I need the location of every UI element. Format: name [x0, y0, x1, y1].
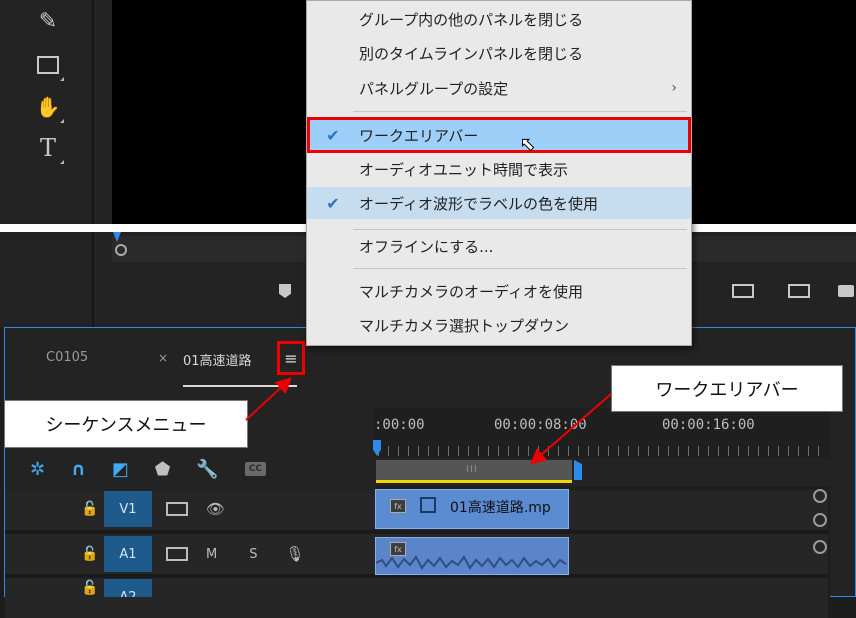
timecode-16s: 00:00:16:00 — [662, 417, 755, 433]
marker-icon — [279, 284, 291, 298]
mouse-cursor-icon: ⬉ — [519, 134, 536, 156]
menu-item-label: マルチカメラのオーディオを使用 — [359, 282, 583, 301]
sync-lock-icon[interactable] — [166, 502, 188, 516]
menu-item-label: オフラインにする... — [359, 237, 494, 256]
extract-button[interactable] — [784, 280, 814, 302]
panel-divider — [92, 232, 94, 327]
timeline-header-tools: ✲ ∩ ◩ ⬟ 🔧 CC — [30, 456, 330, 482]
scrollbar-knob[interactable] — [813, 489, 827, 503]
clip-link-icon — [420, 497, 436, 513]
pen-tool-button[interactable]: ✎ — [30, 3, 66, 39]
rectangle-icon — [37, 56, 59, 74]
menu-item-multicam-top-down[interactable]: マルチカメラ選択トップダウン — [307, 310, 691, 340]
menu-item-panel-group-settings[interactable]: パネルグループの設定 › — [307, 73, 691, 103]
menu-item-label: 別のタイムラインパネルを閉じる — [359, 44, 583, 63]
panel-divider — [92, 0, 94, 224]
nest-icon[interactable]: ✲ — [30, 459, 45, 480]
menu-item-audio-units[interactable]: オーディオユニット時間で表示 — [307, 154, 691, 184]
type-icon: T — [39, 134, 56, 162]
menu-separator — [353, 111, 687, 112]
check-icon: ✔ — [326, 125, 340, 145]
audio-waveform — [376, 555, 567, 570]
submenu-chevron-icon: › — [671, 80, 677, 96]
type-tool-button[interactable]: T — [30, 130, 66, 166]
lift-button[interactable] — [728, 280, 758, 302]
menu-separator — [353, 229, 687, 230]
clip-title: 01高速道路.mp — [450, 500, 551, 516]
menu-item-make-offline[interactable]: オフラインにする... — [307, 231, 691, 261]
solo-button[interactable]: S — [249, 547, 257, 562]
active-tab-indicator — [183, 385, 297, 387]
menu-item-close-other-panels[interactable]: グループ内の他のパネルを閉じる — [307, 4, 691, 34]
camera-icon — [838, 285, 854, 297]
lock-icon[interactable]: 🔓 — [80, 580, 100, 596]
tab-c0105[interactable]: C0105 — [46, 350, 88, 365]
track-target-a1[interactable]: A1 — [104, 536, 152, 572]
menu-item-label: オーディオ波形でラベルの色を使用 — [359, 194, 598, 213]
rectangle-tool-button[interactable] — [30, 47, 66, 83]
tab-close-button[interactable]: × — [158, 351, 168, 365]
timecode-0: :00:00 — [374, 417, 425, 433]
menu-item-label: ワークエリアバー — [359, 126, 479, 145]
menu-item-close-other-timelines[interactable]: 別のタイムラインパネルを閉じる — [307, 38, 691, 68]
hand-icon: ✋ — [35, 95, 61, 119]
ruler-ticks — [378, 446, 828, 456]
menu-separator — [353, 268, 687, 269]
fx-badge: fx — [390, 499, 406, 513]
track-target-a2[interactable]: A2 — [104, 579, 152, 597]
linked-selection-icon[interactable]: ◩ — [112, 459, 129, 480]
tab-sequence[interactable]: 01高速道路 — [183, 350, 252, 369]
lock-icon[interactable]: 🔓 — [80, 501, 100, 517]
hand-tool-button[interactable]: ✋ — [30, 89, 66, 125]
wrench-icon[interactable]: 🔧 — [196, 459, 218, 480]
hamburger-icon: ≡ — [284, 348, 298, 368]
context-menu: グループ内の他のパネルを閉じる 別のタイムラインパネルを閉じる パネルグループの… — [306, 0, 692, 346]
mute-button[interactable]: M — [206, 547, 217, 562]
menu-item-label: オーディオユニット時間で表示 — [359, 160, 568, 179]
lock-icon[interactable]: 🔓 — [80, 546, 100, 562]
eye-icon[interactable]: 👁 — [206, 500, 225, 518]
callout-work-area-bar: ワークエリアバー — [611, 365, 843, 412]
a1-controls: 🔓 A1 M S 🎙 — [80, 536, 305, 572]
tools-panel-bottom — [0, 232, 92, 327]
audio-clip[interactable]: fx — [375, 537, 569, 575]
add-marker-button[interactable] — [270, 280, 300, 302]
menu-item-label: パネルグループの設定 — [359, 79, 509, 98]
menu-item-work-area-bar[interactable]: ✔ ワークエリアバー ⬉ — [307, 117, 691, 156]
callout-sequence-menu: シーケンスメニュー — [4, 400, 248, 448]
captions-icon[interactable]: CC — [244, 462, 267, 476]
snap-magnet-icon[interactable]: ∩ — [71, 459, 86, 480]
export-frame-button[interactable] — [836, 280, 856, 302]
menu-item-label: マルチカメラ選択トップダウン — [359, 316, 570, 335]
sync-lock-icon[interactable] — [166, 547, 188, 561]
menu-item-label: グループ内の他のパネルを閉じる — [359, 10, 584, 29]
work-area-render-bar — [376, 480, 572, 483]
timecode-8s: 00:00:08:00 — [494, 417, 587, 433]
menu-item-multicam-audio[interactable]: マルチカメラのオーディオを使用 — [307, 276, 691, 306]
work-area-grip-icon[interactable]: III — [466, 464, 478, 475]
microphone-icon[interactable]: 🎙 — [285, 545, 304, 563]
scrollbar-knob[interactable] — [813, 540, 827, 554]
sequence-menu-button[interactable]: ≡ — [277, 341, 305, 375]
a2-controls: 🔓 A2 — [80, 579, 152, 597]
pen-icon: ✎ — [38, 8, 58, 34]
menu-item-audio-label-color[interactable]: ✔ オーディオ波形でラベルの色を使用 — [307, 187, 691, 219]
lift-icon — [732, 284, 754, 298]
track-target-v1[interactable]: V1 — [104, 491, 152, 527]
scrollbar-knob[interactable] — [813, 513, 827, 527]
check-icon: ✔ — [326, 193, 340, 213]
program-zoom-handle[interactable] — [115, 244, 127, 256]
add-marker-icon[interactable]: ⬟ — [155, 459, 171, 480]
extract-icon — [788, 284, 810, 298]
v1-controls: 🔓 V1 👁 — [80, 491, 225, 527]
